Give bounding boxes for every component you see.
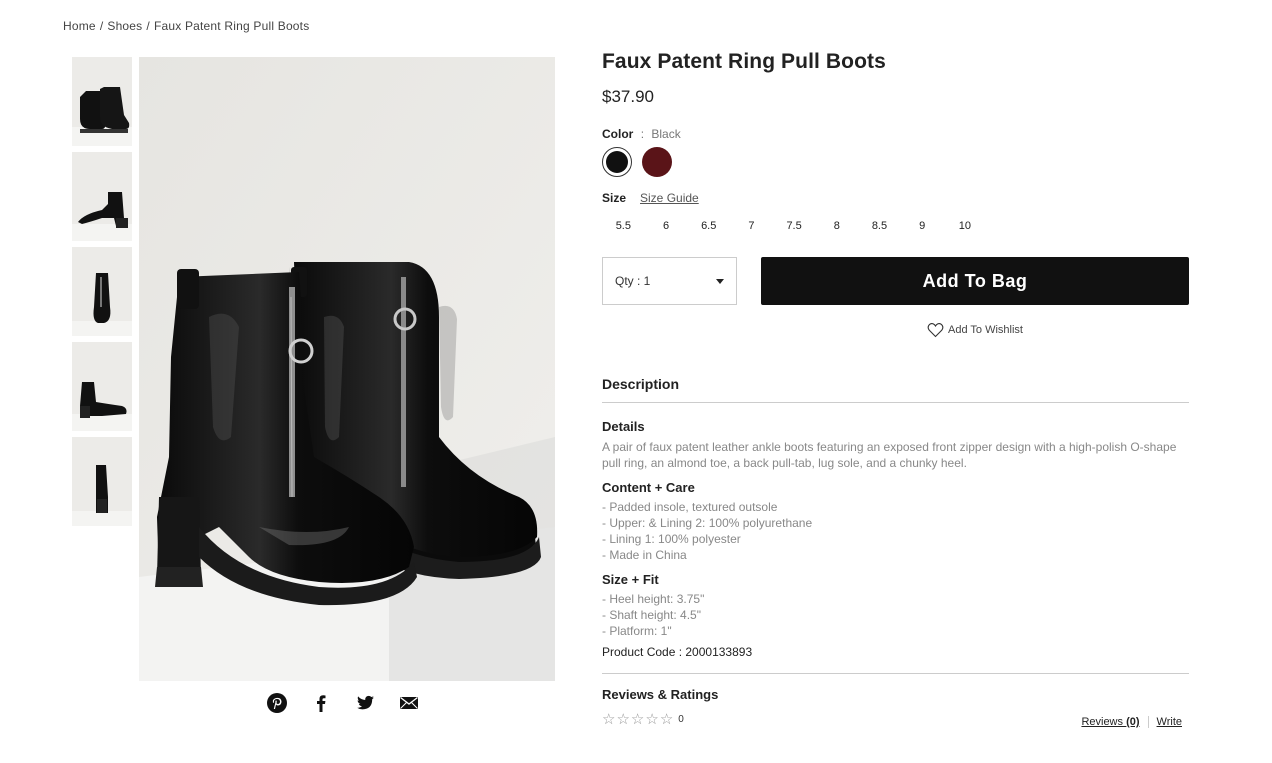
size-guide-link[interactable]: Size Guide xyxy=(640,191,699,205)
size-option[interactable]: 5.5 xyxy=(602,220,645,232)
content-care-heading: Content + Care xyxy=(602,480,695,495)
list-item: - Heel height: 3.75" xyxy=(602,592,705,606)
star-rating: ☆ ☆ ☆ ☆ ☆ 0 xyxy=(602,710,684,728)
review-count: 0 xyxy=(678,713,684,725)
breadcrumb-separator: / xyxy=(99,19,104,33)
list-item: - Platform: 1" xyxy=(602,624,672,638)
twitter-icon[interactable] xyxy=(354,692,376,714)
size-option[interactable]: 6 xyxy=(645,220,688,232)
content-care-list: - Padded insole, textured outsole - Uppe… xyxy=(602,499,1189,563)
color-value: Black xyxy=(651,127,681,141)
list-item: - Upper: & Lining 2: 100% polyurethane xyxy=(602,516,813,530)
pinterest-icon[interactable] xyxy=(266,692,288,714)
chevron-down-icon xyxy=(716,278,724,284)
main-product-image[interactable] xyxy=(139,57,555,681)
swatch-burgundy[interactable] xyxy=(642,147,672,177)
add-to-bag-button[interactable]: Add To Bag xyxy=(761,257,1189,305)
thumbnail-5[interactable] xyxy=(72,437,132,526)
quantity-label: Qty : 1 xyxy=(615,274,651,288)
details-text: A pair of faux patent leather ankle boot… xyxy=(602,440,1177,470)
breadcrumb-separator: / xyxy=(146,19,150,33)
buy-row: Qty : 1 Add To Bag xyxy=(602,257,1189,305)
breadcrumb-home[interactable]: Home xyxy=(63,19,96,33)
thumbnail-4[interactable] xyxy=(72,342,132,431)
product-code: Product Code : 2000133893 xyxy=(602,645,1189,674)
star-icon: ☆ xyxy=(659,711,674,728)
size-fit-list: - Heel height: 3.75" - Shaft height: 4.5… xyxy=(602,591,1189,639)
divider xyxy=(1147,716,1149,728)
size-option[interactable]: 10 xyxy=(944,220,987,232)
wishlist-label: Add To Wishlist xyxy=(948,324,1023,336)
thumbnail-1[interactable] xyxy=(72,57,132,146)
size-row: Size Size Guide xyxy=(602,191,1189,205)
breadcrumb: Home / Shoes / Faux Patent Ring Pull Boots xyxy=(63,19,309,33)
breadcrumb-current: Faux Patent Ring Pull Boots xyxy=(153,19,310,33)
thumbnail-2[interactable] xyxy=(72,152,132,241)
color-label: Color xyxy=(602,127,634,141)
product-title: Faux Patent Ring Pull Boots xyxy=(602,50,886,73)
color-separator: : xyxy=(640,127,645,141)
thumbnail-list xyxy=(72,57,132,532)
product-info: Faux Patent Ring Pull Boots $37.90 Color… xyxy=(602,50,1189,728)
size-option[interactable]: 8 xyxy=(815,220,858,232)
size-option[interactable]: 8.5 xyxy=(858,220,901,232)
size-fit-heading: Size + Fit xyxy=(602,572,659,587)
swatch-black[interactable] xyxy=(602,147,632,177)
color-row: Color : Black xyxy=(602,127,1189,141)
size-label: Size xyxy=(602,191,627,205)
size-option[interactable]: 6.5 xyxy=(687,220,730,232)
list-item: - Made in China xyxy=(602,548,687,562)
reviews-link-count: (0) xyxy=(1126,716,1140,728)
facebook-icon[interactable] xyxy=(310,692,332,714)
quantity-select[interactable]: Qty : 1 xyxy=(602,257,737,305)
list-item: - Lining 1: 100% polyester xyxy=(602,532,741,546)
product-price: $37.90 xyxy=(602,87,654,106)
star-icon: ☆ xyxy=(602,711,616,728)
size-option[interactable]: 9 xyxy=(901,220,944,232)
breadcrumb-shoes[interactable]: Shoes xyxy=(107,19,142,33)
reviews-link-label: Reviews xyxy=(1081,716,1124,728)
add-to-wishlist-button[interactable]: Add To Wishlist xyxy=(927,322,1037,338)
size-options: 5.5 6 6.5 7 7.5 8 8.5 9 10 xyxy=(602,220,1189,232)
rating-row: ☆ ☆ ☆ ☆ ☆ 0 Reviews (0) Write xyxy=(602,710,1189,728)
reviews-heading: Reviews & Ratings xyxy=(602,687,719,702)
star-icon: ☆ xyxy=(645,711,659,728)
email-icon[interactable] xyxy=(398,692,420,714)
size-option[interactable]: 7 xyxy=(730,220,773,232)
description-heading[interactable]: Description xyxy=(602,376,1189,403)
star-icon: ☆ xyxy=(616,711,630,728)
review-links: Reviews (0) Write xyxy=(1081,716,1182,728)
thumbnail-3[interactable] xyxy=(72,247,132,336)
star-icon: ☆ xyxy=(630,711,645,728)
heart-icon xyxy=(927,323,944,338)
details-heading: Details xyxy=(602,419,645,434)
color-swatches xyxy=(602,147,1189,177)
reviews-link[interactable]: Reviews (0) xyxy=(1081,716,1139,728)
size-option[interactable]: 7.5 xyxy=(773,220,816,232)
list-item: - Shaft height: 4.5" xyxy=(602,608,701,622)
write-review-link[interactable]: Write xyxy=(1157,716,1182,728)
list-item: - Padded insole, textured outsole xyxy=(602,500,778,514)
share-bar xyxy=(266,692,420,714)
